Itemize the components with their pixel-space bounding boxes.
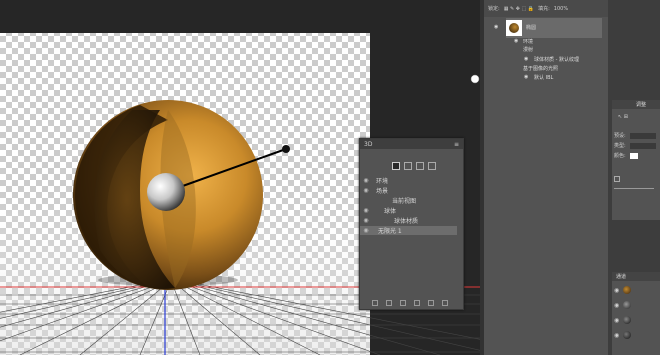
eye-icon[interactable]: ◉ <box>362 187 370 194</box>
eye-icon[interactable]: ◉ <box>362 227 370 234</box>
3d-panel-bottom-toolbar <box>372 300 448 306</box>
sub-eye-icon[interactable]: ◉ <box>524 56 528 62</box>
mesh-icon[interactable] <box>428 300 434 306</box>
preset-label: 预设: <box>614 133 626 139</box>
eye-icon[interactable]: ◉ <box>362 177 370 184</box>
channel-thumbnail <box>623 286 632 294</box>
scene-row-environment[interactable]: ◉ 环境 <box>360 176 457 185</box>
preset-dropdown[interactable] <box>630 133 656 139</box>
layer-eye-icon[interactable]: ◉ <box>494 24 498 30</box>
materials-icon[interactable] <box>416 162 424 170</box>
lights-icon[interactable] <box>428 162 436 170</box>
properties-panel[interactable]: 调整 ↖ ⊞ 预设: 类型: 颜色: <box>612 100 660 220</box>
new-light-icon[interactable] <box>372 300 378 306</box>
scene-item-label: 当前视图 <box>392 198 417 205</box>
scene-row-scene[interactable]: ◉ 场景 <box>360 186 457 195</box>
scene-row-current-view[interactable]: 当前视图 <box>360 196 457 205</box>
channel-row[interactable]: ◉ <box>614 331 632 339</box>
scene-item-label: 环境 <box>376 178 389 185</box>
lock-icons[interactable]: ▦ ✎ ✥ ⬚ 🔒 <box>504 6 534 12</box>
meshes-icon[interactable] <box>404 162 412 170</box>
color-swatch[interactable] <box>630 153 638 159</box>
layer-row-ellipse[interactable]: 椭圆 <box>506 18 602 38</box>
channels-panel[interactable]: 通道 ◉ ◉ ◉ ◉ <box>612 272 660 355</box>
channel-row[interactable]: ◉ <box>614 286 632 294</box>
layer-sub-default-ibl: 默认 IBL <box>534 75 554 81</box>
eye-icon[interactable]: ◉ <box>362 207 370 214</box>
constraint-icon[interactable] <box>414 300 420 306</box>
3d-filter-toolbar <box>392 162 436 170</box>
type-dropdown[interactable] <box>630 143 656 149</box>
eye-icon[interactable]: ◉ <box>614 302 619 309</box>
properties-tools-icon[interactable]: ↖ ⊞ <box>618 114 628 120</box>
right-panels-column: 调整 ↖ ⊞ 预设: 类型: 颜色: 通道 ◉ ◉ ◉ ◉ <box>608 0 660 355</box>
layers-panel[interactable]: 锁定: ▦ ✎ ✥ ⬚ 🔒 填充: 100% 椭圆 ◉ ◉ 环境 漫射 ◉ 球体… <box>484 0 608 355</box>
layer-thumbnail <box>506 20 522 36</box>
eye-icon[interactable]: ◉ <box>614 332 619 339</box>
layer-sub-material: 球体材质 - 默认纹理 <box>534 57 579 63</box>
light-handle <box>282 145 290 153</box>
panel-menu-icon[interactable]: ≡ <box>454 141 459 148</box>
3d-panel[interactable]: 3D ≡ ◉ 环境 ◉ 场景 当前视图 ◉ 球体 ◉ 球体材质 ◉ 无限光 1 <box>359 138 464 310</box>
infinite-light-widget <box>147 173 185 211</box>
layer-name: 椭圆 <box>526 25 537 31</box>
tab-adjust[interactable]: 调整 <box>612 100 660 109</box>
lock-label: 锁定: <box>488 6 500 12</box>
layer-sub-ibl: 基于图像的光照 <box>523 66 559 72</box>
shadow-checkbox[interactable] <box>614 176 620 182</box>
channel-thumbnail <box>623 316 632 324</box>
sub-eye-icon[interactable]: ◉ <box>514 38 518 44</box>
document-canvas[interactable]: 3D ≡ ◉ 环境 ◉ 场景 当前视图 ◉ 球体 ◉ 球体材质 ◉ 无限光 1 <box>0 0 480 355</box>
channel-thumbnail <box>623 301 632 309</box>
eye-icon[interactable]: ◉ <box>614 317 619 324</box>
fill-label: 填充: <box>538 6 550 12</box>
scene-row-sphere-material[interactable]: ◉ 球体材质 <box>360 216 457 225</box>
eye-icon[interactable]: ◉ <box>362 217 370 224</box>
tab-channels[interactable]: 通道 <box>612 272 660 281</box>
scene-row-sphere[interactable]: ◉ 球体 <box>360 206 457 215</box>
scene-item-label: 球体材质 <box>394 218 419 225</box>
type-label: 类型: <box>614 143 626 149</box>
layer-sub-diffuse: 漫射 <box>523 47 534 53</box>
render-icon[interactable] <box>386 300 392 306</box>
whole-scene-icon[interactable] <box>392 162 400 170</box>
3d-panel-header: 3D ≡ <box>360 139 463 149</box>
channel-row[interactable]: ◉ <box>614 316 632 324</box>
color-label: 颜色: <box>614 153 626 159</box>
layer-sub-environment: 环境 <box>523 39 534 45</box>
layers-lock-bar: 锁定: ▦ ✎ ✥ ⬚ 🔒 填充: 100% <box>484 0 608 17</box>
3d-panel-title: 3D <box>364 140 373 148</box>
channel-thumbnail <box>623 331 632 339</box>
eye-icon[interactable]: ◉ <box>614 287 619 294</box>
scene-item-label: 场景 <box>376 188 389 195</box>
cursor-indicator <box>470 74 480 84</box>
scene-item-label: 球体 <box>384 208 397 215</box>
intensity-slider[interactable] <box>614 188 654 189</box>
scene-row-infinite-light[interactable]: ◉ 无限光 1 <box>360 226 457 235</box>
scene-item-label: 无限光 1 <box>378 228 402 235</box>
trash-icon[interactable] <box>442 300 448 306</box>
material-icon[interactable] <box>400 300 406 306</box>
sub-eye-icon[interactable]: ◉ <box>524 74 528 80</box>
fill-value[interactable]: 100% <box>554 6 568 12</box>
channel-row[interactable]: ◉ <box>614 301 632 309</box>
